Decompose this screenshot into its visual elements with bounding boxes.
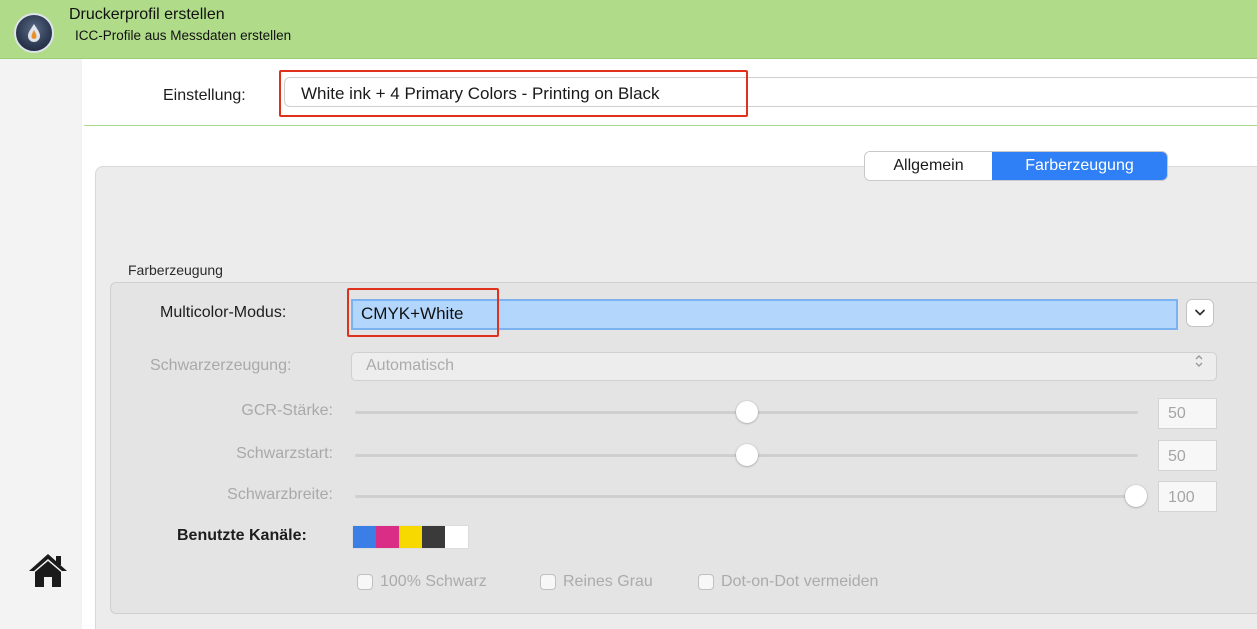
app-logo-icon	[14, 13, 54, 53]
left-rail	[0, 59, 82, 629]
header-title: Druckerprofil erstellen	[69, 6, 225, 23]
schwarzerzeugung-value: Automatisch	[366, 357, 455, 374]
einstellung-label: Einstellung:	[163, 87, 246, 104]
channel-swatch-cyan	[353, 526, 376, 548]
checkbox-dot-on-dot-label: Dot-on-Dot vermeiden	[721, 573, 879, 590]
home-icon[interactable]	[26, 548, 70, 592]
channel-swatch-white	[445, 526, 468, 548]
checkbox-100-schwarz[interactable]	[357, 574, 373, 590]
checkbox-dot-on-dot[interactable]	[698, 574, 714, 590]
channel-swatch-magenta	[376, 526, 399, 548]
schwarzerzeugung-label: Schwarzerzeugung:	[150, 357, 292, 374]
channel-swatch-yellow	[399, 526, 422, 548]
highlight-box-multicolor	[347, 288, 499, 337]
schwarzerzeugung-select[interactable]	[351, 352, 1217, 381]
multicolor-dropdown-button[interactable]	[1186, 299, 1214, 327]
chevron-down-icon	[1195, 309, 1205, 316]
checkbox-reines-grau-label: Reines Grau	[563, 573, 653, 590]
schwarzstart-value-field[interactable]	[1158, 440, 1217, 471]
channel-swatch-black	[422, 526, 445, 548]
tab-control: Allgemein Farberzeugung	[864, 151, 1168, 181]
schwarzstart-slider-knob[interactable]	[735, 444, 758, 466]
highlight-box-einstellung	[279, 70, 748, 117]
schwarzbreite-value: 100	[1168, 489, 1195, 506]
multicolor-label: Multicolor-Modus:	[160, 304, 287, 321]
tab-farberzeugung[interactable]: Farberzeugung	[992, 152, 1167, 180]
schwarzbreite-label: Schwarzbreite:	[227, 486, 333, 503]
schwarzbreite-slider-track[interactable]	[355, 495, 1138, 498]
header-subtitle: ICC-Profile aus Messdaten erstellen	[75, 28, 292, 43]
gcr-value: 50	[1168, 405, 1186, 422]
channel-swatches	[352, 525, 469, 549]
gcr-label: GCR-Stärke:	[241, 402, 333, 419]
schwarzstart-value: 50	[1168, 448, 1186, 465]
updown-arrows-icon	[1194, 353, 1204, 371]
gcr-slider-knob[interactable]	[735, 401, 758, 423]
channels-label: Benutzte Kanäle:	[177, 527, 307, 544]
checkbox-100-schwarz-label: 100% Schwarz	[380, 573, 487, 590]
checkbox-reines-grau[interactable]	[540, 574, 556, 590]
schwarzstart-label: Schwarzstart:	[236, 445, 333, 462]
group-title: Farberzeugung	[128, 262, 223, 278]
gcr-value-field[interactable]	[1158, 398, 1217, 429]
tab-allgemein[interactable]: Allgemein	[865, 152, 992, 180]
schwarzbreite-slider-knob[interactable]	[1125, 485, 1147, 507]
divider	[84, 125, 1257, 126]
